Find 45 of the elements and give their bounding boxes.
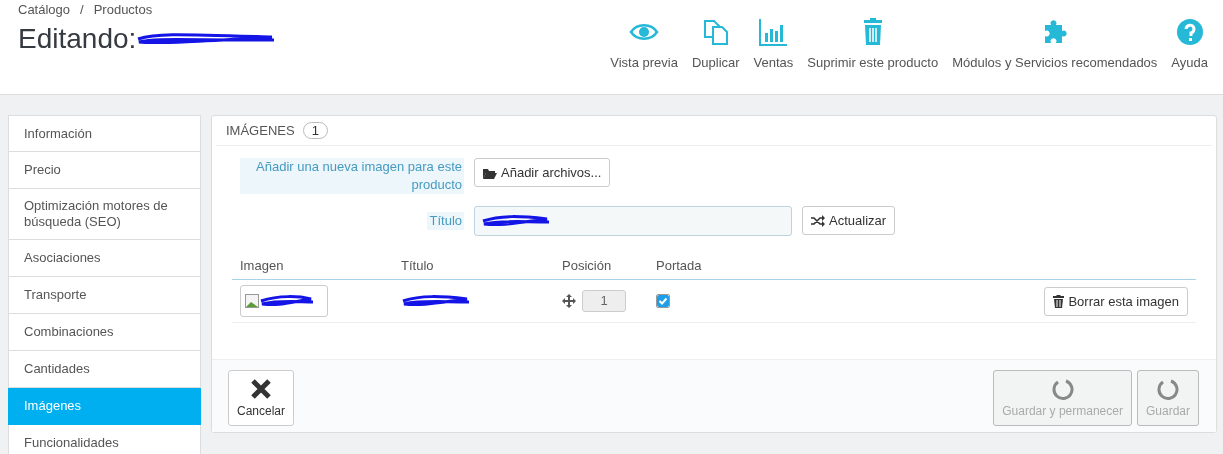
- panel-title: IMÁGENES: [226, 123, 295, 138]
- cancel-button[interactable]: Cancelar: [228, 370, 295, 426]
- sidebar-item[interactable]: Transporte: [8, 277, 201, 314]
- toolbar-button[interactable]: Módulos y Servicios recomendados: [945, 17, 1165, 70]
- column-header: Imagen: [232, 252, 393, 280]
- field-label: Título: [427, 212, 464, 230]
- shuffle-icon: [811, 214, 825, 227]
- toolbar-button[interactable]: Ayuda: [1164, 17, 1215, 70]
- help-icon: [1174, 17, 1205, 47]
- toolbar-button[interactable]: Vista previa: [603, 17, 685, 70]
- column-header: Posición: [554, 252, 648, 280]
- column-header: Título: [393, 252, 554, 280]
- title-field[interactable]: [474, 206, 792, 236]
- sidebar-item[interactable]: Precio: [8, 152, 201, 189]
- trash-icon: [1053, 294, 1065, 308]
- toolbar-button[interactable]: Suprimir este producto: [800, 17, 946, 70]
- close-icon: [250, 378, 272, 400]
- checkbox[interactable]: [656, 294, 670, 308]
- folder-icon: [483, 166, 497, 179]
- breadcrumb-link[interactable]: Productos: [93, 2, 153, 17]
- redaction-scribble: [481, 214, 551, 228]
- sidebar-item[interactable]: Cantidades: [8, 351, 201, 388]
- position-field[interactable]: 1: [582, 290, 626, 312]
- bar-chart-icon: [758, 17, 789, 47]
- field-label: Añadir una nueva imagen para este producto: [240, 158, 464, 194]
- broken-image-icon: [245, 294, 259, 308]
- redaction-scribble: [401, 294, 471, 308]
- add-files-button[interactable]: Añadir archivos...: [474, 158, 611, 187]
- breadcrumb-link[interactable]: Catálogo: [18, 2, 71, 17]
- sidebar-item[interactable]: Asociaciones: [8, 240, 201, 277]
- spinner-icon: [1051, 378, 1074, 400]
- column-header: Portada: [648, 252, 724, 280]
- sidebar-item[interactable]: Información: [8, 115, 201, 152]
- toolbar-button[interactable]: Ventas: [746, 17, 801, 70]
- spinner-icon: [1157, 378, 1179, 400]
- page-title: Editando:: [18, 23, 137, 55]
- sidebar-item[interactable]: Funcionalidades: [8, 425, 201, 454]
- update-button[interactable]: Actualizar: [802, 206, 896, 235]
- redaction-scribble: [259, 294, 315, 308]
- sidebar-item[interactable]: Optimización motores de búsqueda (SEO): [8, 189, 201, 240]
- sidebar-item[interactable]: Combinaciones: [8, 314, 201, 351]
- breadcrumb-separator: /: [80, 2, 84, 17]
- move-icon: [562, 294, 576, 308]
- toolbar-button[interactable]: Duplicar: [684, 17, 747, 70]
- delete-image-button[interactable]: Borrar esta imagen: [1044, 286, 1188, 316]
